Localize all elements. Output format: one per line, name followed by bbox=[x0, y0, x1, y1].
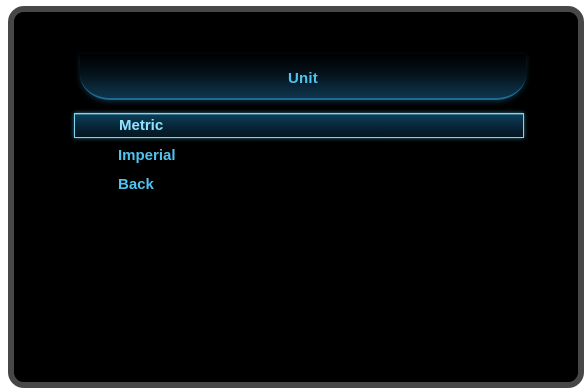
menu-item-metric[interactable]: Metric bbox=[74, 113, 524, 138]
menu-item-back[interactable]: Back bbox=[74, 170, 524, 199]
menu-screen: Unit Metric Imperial Back bbox=[14, 12, 578, 382]
screen-frame: Unit Metric Imperial Back bbox=[8, 6, 584, 388]
menu-list: Metric Imperial Back bbox=[74, 113, 524, 199]
menu-header: Unit bbox=[80, 54, 526, 100]
menu-item-imperial[interactable]: Imperial bbox=[74, 141, 524, 170]
menu-title: Unit bbox=[288, 70, 318, 87]
